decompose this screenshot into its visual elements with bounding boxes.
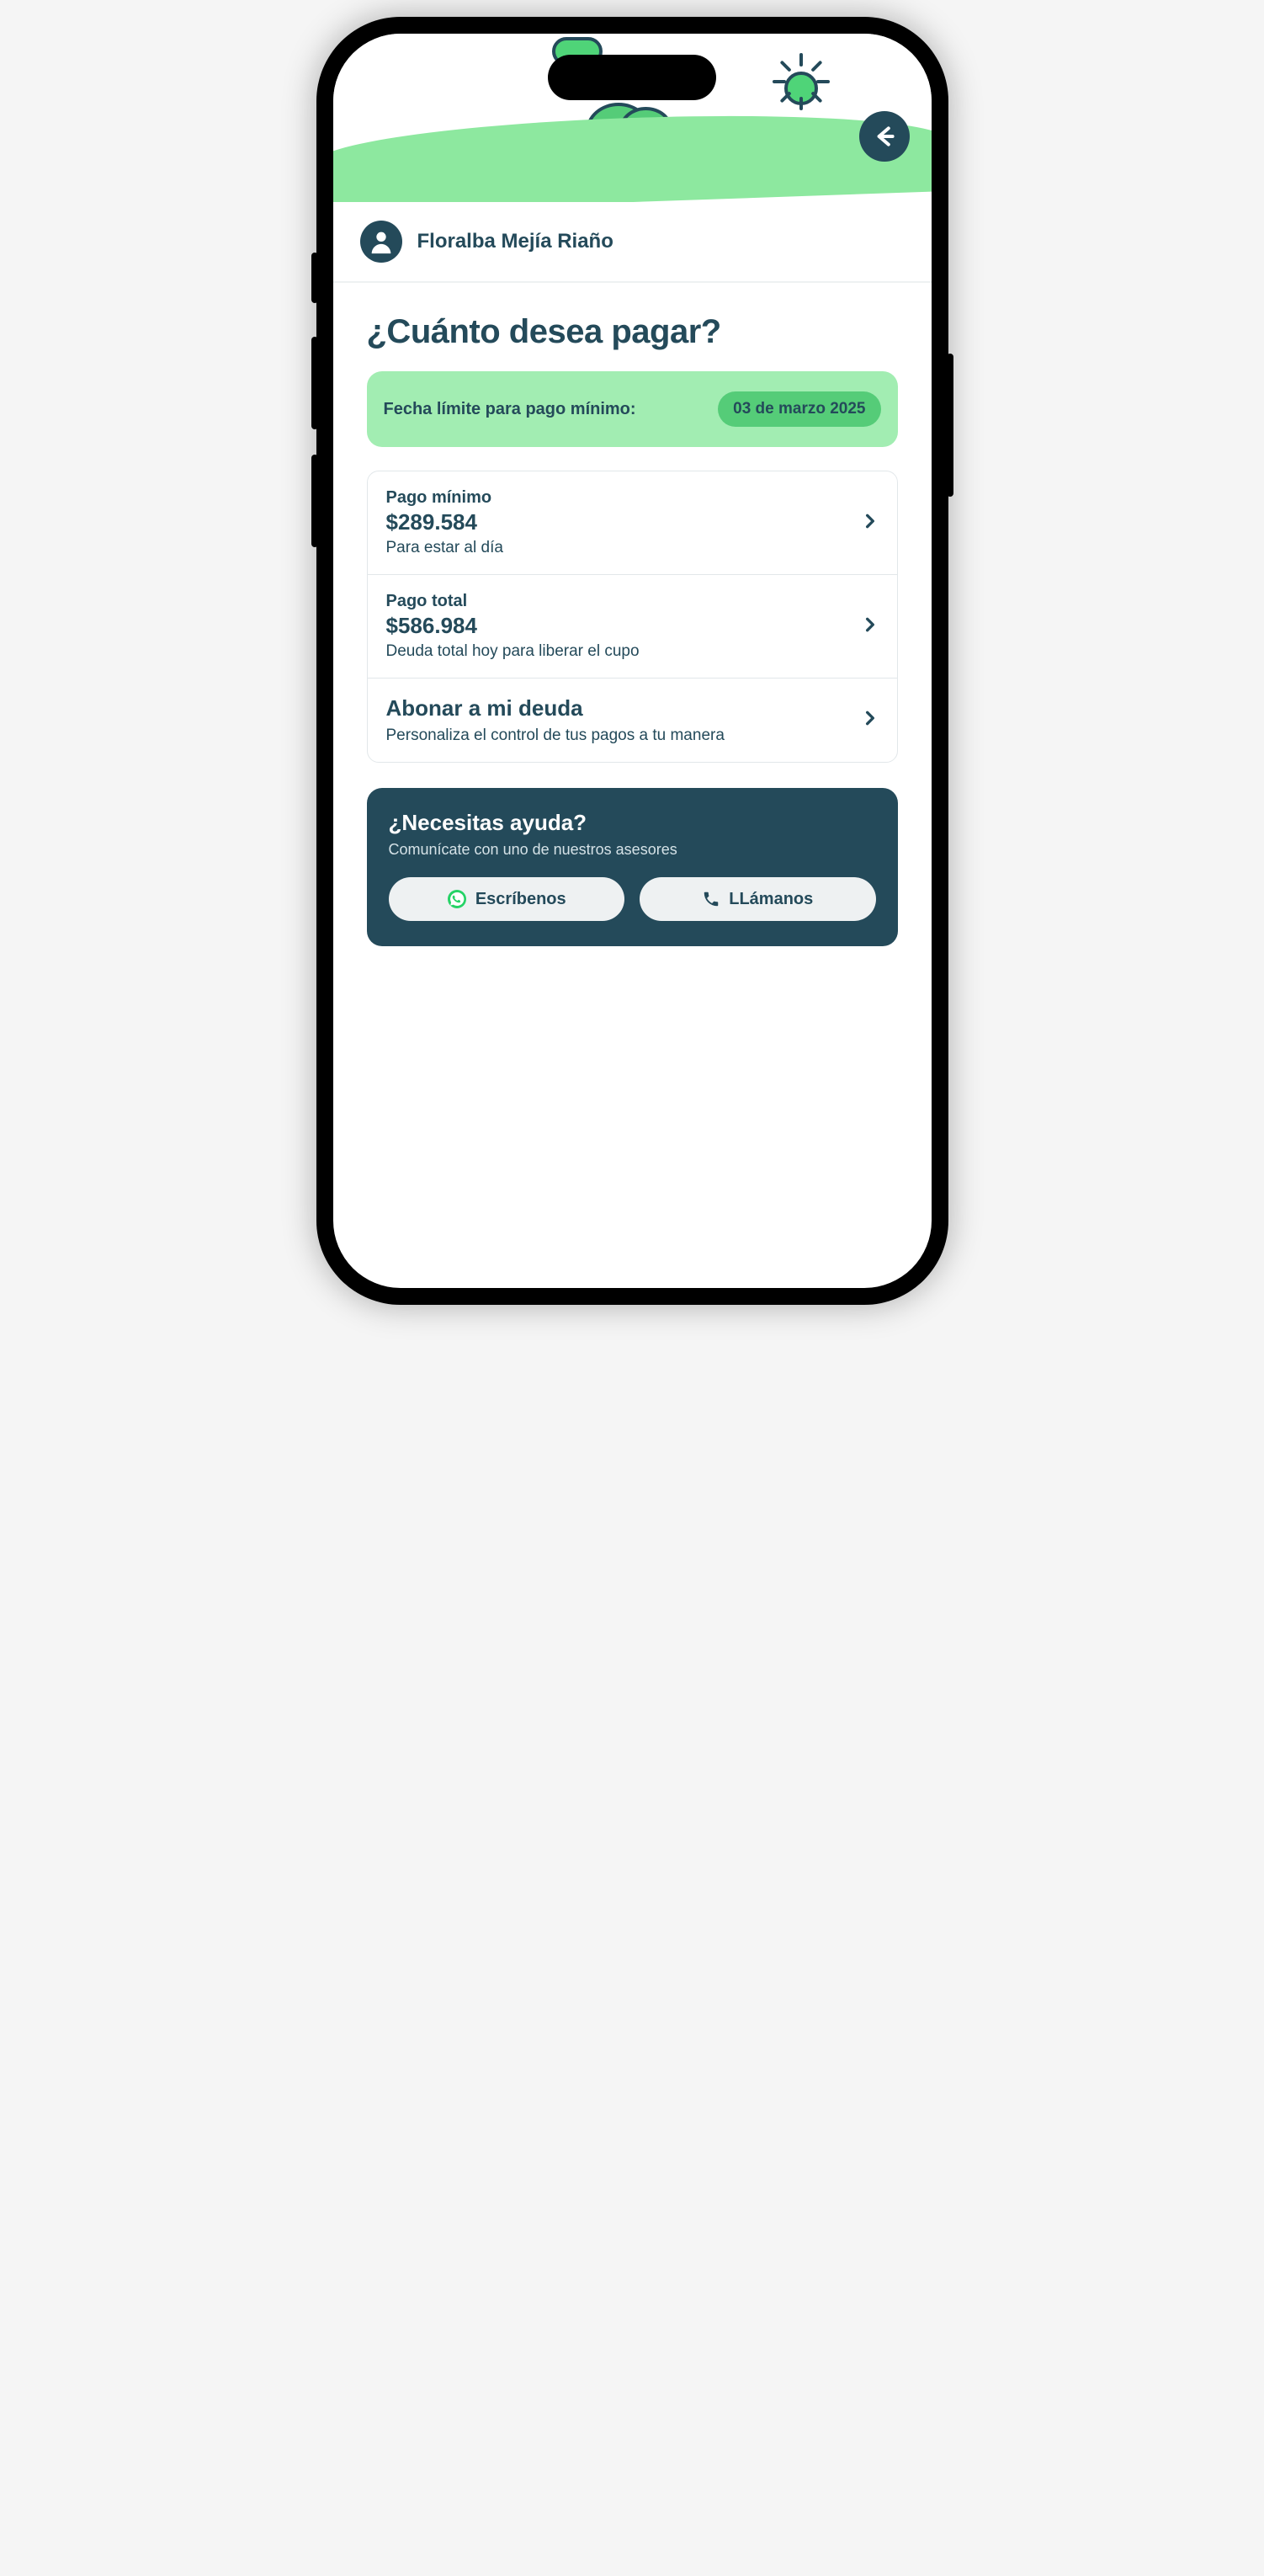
grass-shape (333, 107, 932, 202)
payment-options: Pago mínimo $289.584 Para estar al día P… (367, 471, 898, 763)
arrow-left-icon (871, 123, 898, 150)
call-us-button[interactable]: LLámanos (640, 877, 876, 921)
user-bar: Floralba Mejía Riaño (333, 202, 932, 283)
deadline-date: 03 de marzo 2025 (718, 391, 880, 427)
phone-icon (702, 890, 720, 908)
phone-side-button (311, 253, 318, 303)
help-panel: ¿Necesitas ayuda? Comunícate con uno de … (367, 788, 898, 946)
deadline-banner: Fecha límite para pago mínimo: 03 de mar… (367, 371, 898, 447)
option-hint: Para estar al día (386, 539, 848, 557)
option-title: Abonar a mi deuda (386, 695, 848, 721)
phone-side-button (311, 455, 318, 547)
button-label: Escríbenos (475, 890, 566, 909)
option-hint: Personaliza el control de tus pagos a tu… (386, 726, 848, 745)
chevron-right-icon (862, 513, 879, 534)
phone-side-button (311, 337, 318, 429)
avatar[interactable] (360, 221, 402, 263)
back-button[interactable] (859, 111, 910, 162)
option-hint: Deuda total hoy para liberar el cupo (386, 642, 848, 661)
option-pago-total[interactable]: Pago total $586.984 Deuda total hoy para… (368, 575, 897, 679)
page-title: ¿Cuánto desea pagar? (367, 313, 898, 351)
screen: Floralba Mejía Riaño ¿Cuánto desea pagar… (333, 34, 932, 1288)
whatsapp-icon (447, 889, 467, 909)
user-name: Floralba Mejía Riaño (417, 230, 613, 253)
option-label: Pago total (386, 592, 848, 611)
button-label: LLámanos (729, 890, 813, 909)
option-pago-minimo[interactable]: Pago mínimo $289.584 Para estar al día (368, 471, 897, 575)
phone-side-button (947, 354, 953, 497)
option-value: $586.984 (386, 613, 848, 639)
chevron-right-icon (862, 616, 879, 637)
person-icon (367, 227, 396, 256)
option-value: $289.584 (386, 509, 848, 535)
deadline-label: Fecha límite para pago mínimo: (384, 400, 636, 419)
help-subtitle: Comunícate con uno de nuestros asesores (389, 841, 876, 859)
phone-frame: Floralba Mejía Riaño ¿Cuánto desea pagar… (316, 17, 948, 1305)
option-abonar[interactable]: Abonar a mi deuda Personaliza el control… (368, 679, 897, 762)
write-us-button[interactable]: Escríbenos (389, 877, 625, 921)
main-content: ¿Cuánto desea pagar? Fecha límite para p… (333, 283, 932, 977)
option-label: Pago mínimo (386, 488, 848, 508)
phone-notch (548, 55, 716, 100)
help-title: ¿Necesitas ayuda? (389, 810, 876, 836)
chevron-right-icon (862, 710, 879, 731)
sun-icon (763, 51, 839, 126)
